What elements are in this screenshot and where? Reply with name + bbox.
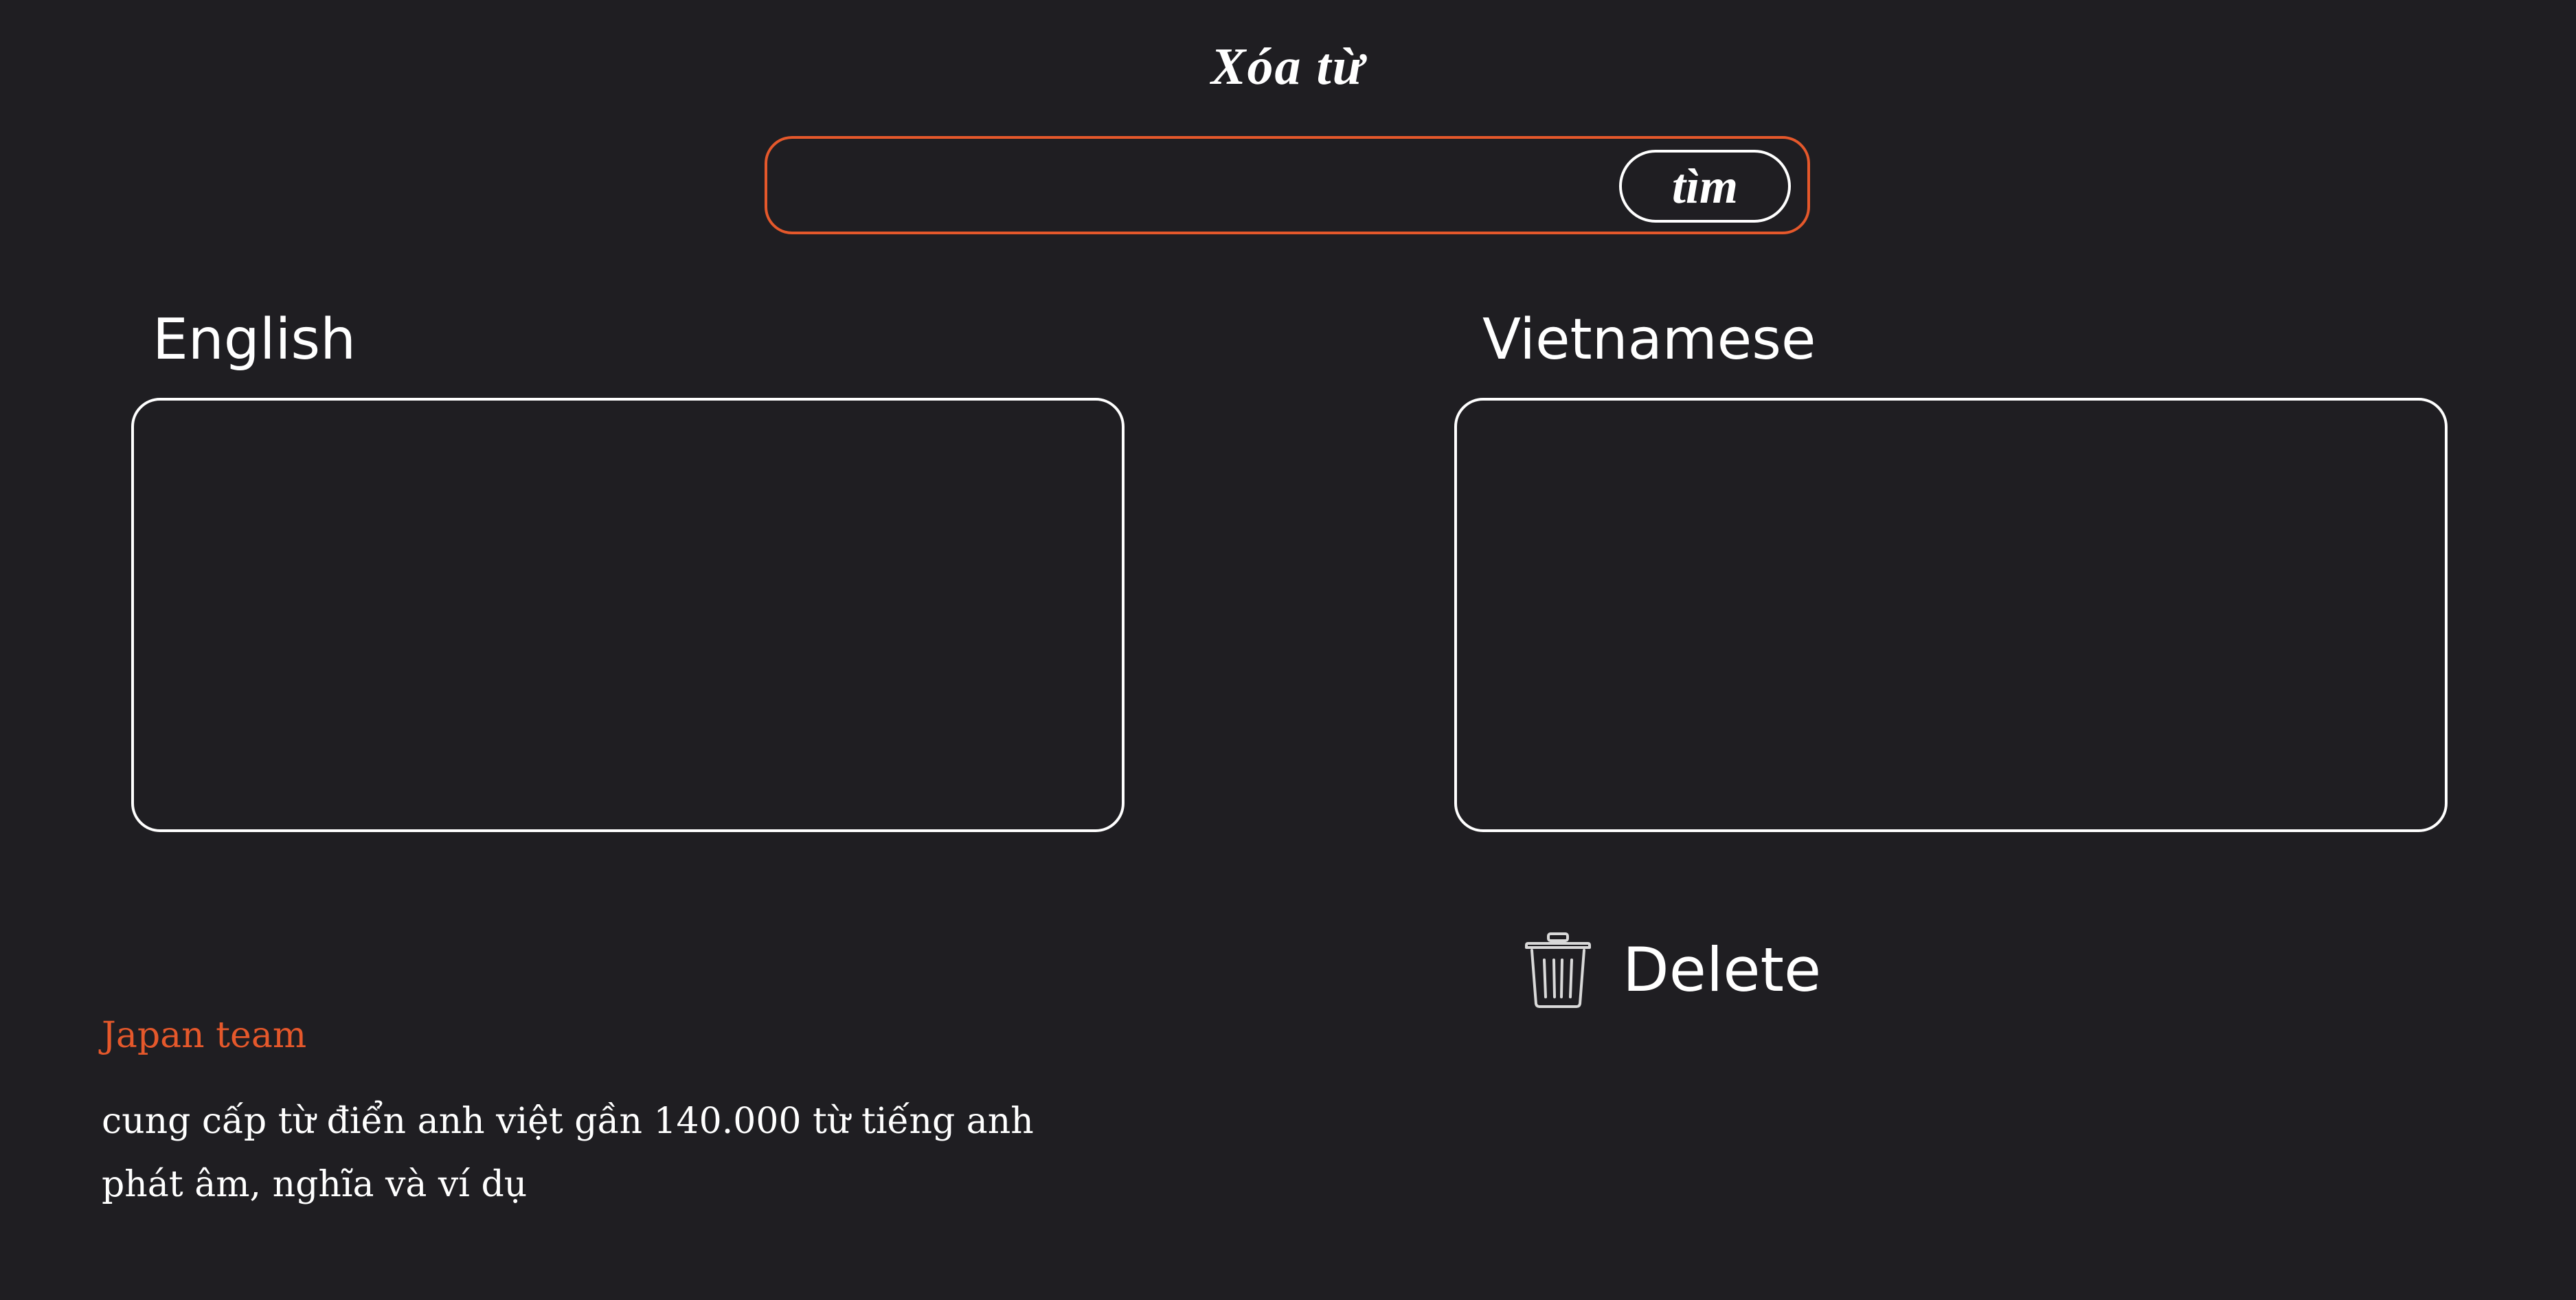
english-textarea[interactable] [131, 398, 1125, 832]
vietnamese-label: Vietnamese [1482, 307, 1816, 372]
search-bar: tìm [765, 136, 1810, 234]
footer-description-line: phát âm, nghĩa và ví dụ [102, 1164, 528, 1205]
delete-button[interactable]: Delete [1524, 929, 1821, 1011]
footer-description-line: cung cấp từ điển anh việt gần 140.000 từ… [102, 1101, 1034, 1142]
search-input[interactable] [788, 153, 1684, 219]
footer-team: Japan team [102, 1015, 307, 1056]
delete-label: Delete [1623, 934, 1822, 1005]
trash-icon [1525, 932, 1591, 1008]
search-button[interactable]: tìm [1619, 150, 1791, 223]
footer-description: cung cấp từ điển anh việt gần 140.000 từ… [102, 1090, 1201, 1216]
english-label: English [152, 307, 357, 372]
page: Xóa từ tìm English Vietnamese Delete Jap… [0, 0, 2576, 1300]
vietnamese-textarea[interactable] [1454, 398, 2448, 832]
page-title: Xóa từ [1210, 38, 1366, 96]
